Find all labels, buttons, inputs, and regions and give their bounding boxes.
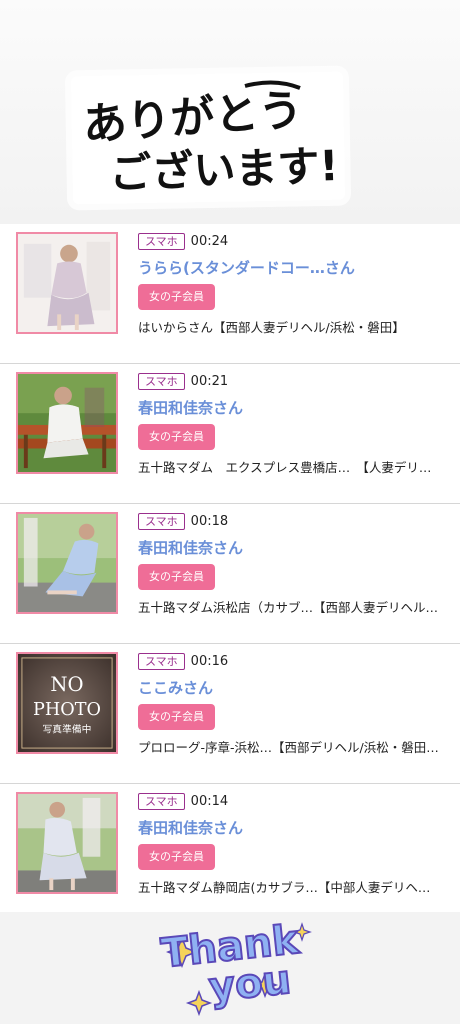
device-badge: スマホ <box>138 372 185 390</box>
visit-time: 00:24 <box>190 233 229 249</box>
member-badge: 女の子会員 <box>138 284 215 310</box>
profile-thumbnail[interactable] <box>16 372 118 474</box>
photo-woman-icon <box>18 234 116 332</box>
list-item[interactable]: スマホ 00:24 うらら(スタンダードコー…さん 女の子会員 はいからさん【西… <box>0 224 460 364</box>
device-badge: スマホ <box>138 652 185 670</box>
thank-you-footer: Thank you <box>0 912 460 1024</box>
girl-name-link[interactable]: 春田和佳奈さん <box>138 818 448 838</box>
photo-woman-icon <box>18 514 116 612</box>
girl-name-link[interactable]: ここみさん <box>138 678 448 698</box>
handwritten-banner: ありがとう ございます! <box>81 80 340 198</box>
girl-name-link[interactable]: 春田和佳奈さん <box>138 538 448 558</box>
device-badge: スマホ <box>138 512 185 530</box>
shop-name[interactable]: 五十路マダム エクスプレス豊橋店… 【人妻デリ… <box>138 457 444 476</box>
visit-time: 00:14 <box>190 793 229 809</box>
list-item[interactable]: スマホ 00:21 春田和佳奈さん 女の子会員 五十路マダム エクスプレス豊橋店… <box>0 364 460 504</box>
member-badge: 女の子会員 <box>138 844 215 870</box>
profile-thumbnail[interactable]: NO PHOTO 写真準備中 <box>16 652 118 754</box>
girl-name-link[interactable]: うらら(スタンダードコー…さん <box>138 258 448 278</box>
visit-time: 00:21 <box>190 373 229 389</box>
profile-thumbnail[interactable] <box>16 512 118 614</box>
member-badge: 女の子会員 <box>138 704 215 730</box>
item-info: スマホ 00:21 春田和佳奈さん 女の子会員 五十路マダム エクスプレス豊橋店… <box>138 371 448 476</box>
item-info: スマホ 00:24 うらら(スタンダードコー…さん 女の子会員 はいからさん【西… <box>138 231 448 336</box>
visit-time: 00:16 <box>190 653 229 669</box>
profile-thumbnail[interactable] <box>16 792 118 894</box>
photo-woman-icon <box>18 794 116 892</box>
profile-thumbnail[interactable] <box>16 232 118 334</box>
list-item[interactable]: NO PHOTO 写真準備中 スマホ 00:16 ここみさん 女の子会員 プロロ… <box>0 644 460 784</box>
shop-name[interactable]: プロローグ-序章-浜松…【西部デリヘル/浜松・磐田… <box>138 737 444 756</box>
banner-line1: ありがとう <box>81 85 304 151</box>
item-info: スマホ 00:16 ここみさん 女の子会員 プロローグ-序章-浜松…【西部デリヘ… <box>138 651 448 756</box>
no-photo-text1: NO <box>50 673 83 696</box>
visit-time: 00:18 <box>190 513 229 529</box>
device-badge: スマホ <box>138 232 185 250</box>
no-photo-icon: NO PHOTO 写真準備中 <box>18 654 116 752</box>
shop-name[interactable]: はいからさん【西部人妻デリヘル/浜松・磐田】 <box>138 317 444 336</box>
no-photo-text2: PHOTO <box>33 700 101 720</box>
device-badge: スマホ <box>138 792 185 810</box>
photo-woman-icon <box>18 374 116 472</box>
item-info: スマホ 00:18 春田和佳奈さん 女の子会員 五十路マダム浜松店（カサブ…【西… <box>138 511 448 616</box>
member-badge: 女の子会員 <box>138 424 215 450</box>
member-badge: 女の子会員 <box>138 564 215 590</box>
shop-name[interactable]: 五十路マダム静岡店(カサブラ…【中部人妻デリヘ… <box>138 877 444 896</box>
viewer-list: スマホ 00:24 うらら(スタンダードコー…さん 女の子会員 はいからさん【西… <box>0 224 460 924</box>
shop-name[interactable]: 五十路マダム浜松店（カサブ…【西部人妻デリヘル… <box>138 597 444 616</box>
banner-line2: ございます! <box>109 141 340 198</box>
thank-you-banner: ありがとう ございます! <box>0 0 460 224</box>
girl-name-link[interactable]: 春田和佳奈さん <box>138 398 448 418</box>
list-item[interactable]: スマホ 00:14 春田和佳奈さん 女の子会員 五十路マダム静岡店(カサブラ…【… <box>0 784 460 924</box>
list-item[interactable]: スマホ 00:18 春田和佳奈さん 女の子会員 五十路マダム浜松店（カサブ…【西… <box>0 504 460 644</box>
item-info: スマホ 00:14 春田和佳奈さん 女の子会員 五十路マダム静岡店(カサブラ…【… <box>138 791 448 896</box>
no-photo-text3: 写真準備中 <box>43 722 92 735</box>
